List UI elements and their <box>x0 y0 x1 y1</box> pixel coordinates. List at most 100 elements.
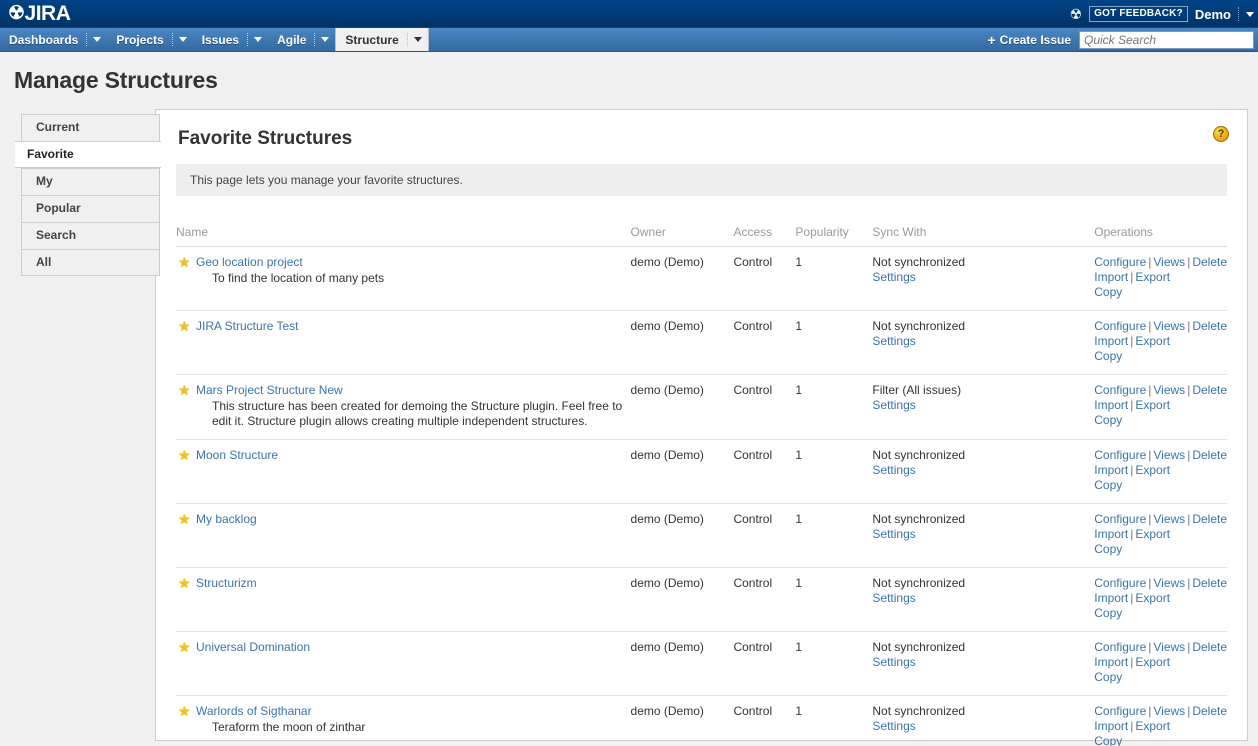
operation-delete-link[interactable]: Delete <box>1192 448 1227 462</box>
operation-delete-link[interactable]: Delete <box>1192 704 1227 718</box>
operation-views-link[interactable]: Views <box>1153 640 1185 654</box>
create-issue-button[interactable]: + Create Issue <box>987 33 1071 47</box>
quick-search-input[interactable] <box>1079 31 1254 49</box>
structure-name-link[interactable]: Universal Domination <box>196 640 310 654</box>
operation-delete-link[interactable]: Delete <box>1192 576 1227 590</box>
cell-owner: demo (Demo) <box>630 374 734 440</box>
favorite-star-icon[interactable]: ★ <box>178 704 191 718</box>
sync-settings-link[interactable]: Settings <box>872 398 915 412</box>
operation-import-link[interactable]: Import <box>1094 463 1128 477</box>
structure-name-link[interactable]: Moon Structure <box>196 448 278 462</box>
structure-name-link[interactable]: Geo location project <box>196 255 303 269</box>
favorite-star-icon[interactable]: ★ <box>178 255 191 269</box>
chevron-down-icon[interactable] <box>93 37 102 42</box>
sync-settings-link[interactable]: Settings <box>872 719 915 733</box>
nav-item-issues[interactable]: Issues <box>193 28 268 51</box>
operation-import-link[interactable]: Import <box>1094 270 1128 284</box>
operation-configure-link[interactable]: Configure <box>1094 319 1146 333</box>
operation-delete-link[interactable]: Delete <box>1192 383 1227 397</box>
sidebar-tab-search[interactable]: Search <box>21 222 160 249</box>
favorite-star-icon[interactable]: ★ <box>178 640 191 654</box>
sidebar-tab-favorite[interactable]: Favorite <box>15 141 161 168</box>
cell-operations: Configure | Views | Delete Import | Export Copy <box>1094 374 1227 440</box>
favorite-star-icon[interactable]: ★ <box>178 576 191 590</box>
structure-name-link[interactable]: Structurizm <box>196 576 257 590</box>
operation-export-link[interactable]: Export <box>1135 270 1170 284</box>
operation-configure-link[interactable]: Configure <box>1094 640 1146 654</box>
user-menu-label[interactable]: Demo <box>1195 7 1231 22</box>
sidebar-tab-popular[interactable]: Popular <box>21 195 160 222</box>
operation-import-link[interactable]: Import <box>1094 591 1128 605</box>
operation-import-link[interactable]: Import <box>1094 655 1128 669</box>
chevron-down-icon[interactable] <box>413 37 422 42</box>
structure-name-link[interactable]: JIRA Structure Test <box>196 319 299 333</box>
nav-item-agile[interactable]: Agile <box>268 28 335 51</box>
sync-settings-link[interactable]: Settings <box>872 270 915 284</box>
nav-item-projects[interactable]: Projects <box>107 28 192 51</box>
sidebar-tab-all[interactable]: All <box>21 249 160 276</box>
operation-copy-link[interactable]: Copy <box>1094 413 1122 427</box>
nav-item-structure[interactable]: Structure <box>335 28 429 51</box>
operation-import-link[interactable]: Import <box>1094 398 1128 412</box>
operation-views-link[interactable]: Views <box>1153 576 1185 590</box>
structure-name-link[interactable]: Mars Project Structure New <box>196 383 343 397</box>
sync-settings-link[interactable]: Settings <box>872 334 915 348</box>
sync-settings-link[interactable]: Settings <box>872 591 915 605</box>
favorite-star-icon[interactable]: ★ <box>178 448 191 462</box>
operation-configure-link[interactable]: Configure <box>1094 576 1146 590</box>
operation-views-link[interactable]: Views <box>1153 512 1185 526</box>
sidebar-tab-current[interactable]: Current <box>21 114 160 141</box>
favorite-star-icon[interactable]: ★ <box>178 512 191 526</box>
operation-views-link[interactable]: Views <box>1153 383 1185 397</box>
operation-configure-link[interactable]: Configure <box>1094 512 1146 526</box>
operation-delete-link[interactable]: Delete <box>1192 640 1227 654</box>
operation-export-link[interactable]: Export <box>1135 719 1170 733</box>
operation-delete-link[interactable]: Delete <box>1192 319 1227 333</box>
jira-logo[interactable]: ☢ JIRA <box>8 1 71 27</box>
operation-export-link[interactable]: Export <box>1135 398 1170 412</box>
structure-name-link[interactable]: My backlog <box>196 512 257 526</box>
chevron-down-icon[interactable] <box>254 37 263 42</box>
chevron-down-icon[interactable] <box>178 37 187 42</box>
operation-export-link[interactable]: Export <box>1135 591 1170 605</box>
operation-configure-link[interactable]: Configure <box>1094 448 1146 462</box>
structure-description: This structure has been created for demo… <box>212 399 623 428</box>
operation-export-link[interactable]: Export <box>1135 334 1170 348</box>
operation-import-link[interactable]: Import <box>1094 334 1128 348</box>
cell-access: Control <box>733 374 796 440</box>
operation-export-link[interactable]: Export <box>1135 527 1170 541</box>
user-menu-chevron-down-icon[interactable] <box>1246 11 1254 17</box>
operation-configure-link[interactable]: Configure <box>1094 255 1146 269</box>
sync-settings-link[interactable]: Settings <box>872 655 915 669</box>
operation-import-link[interactable]: Import <box>1094 527 1128 541</box>
operation-configure-link[interactable]: Configure <box>1094 704 1146 718</box>
sync-settings-link[interactable]: Settings <box>872 463 915 477</box>
operation-copy-link[interactable]: Copy <box>1094 349 1122 363</box>
operation-copy-link[interactable]: Copy <box>1094 542 1122 556</box>
sync-settings-link[interactable]: Settings <box>872 527 915 541</box>
operation-import-link[interactable]: Import <box>1094 719 1128 733</box>
operation-views-link[interactable]: Views <box>1153 448 1185 462</box>
nav-item-dashboards[interactable]: Dashboards <box>0 28 107 51</box>
operation-views-link[interactable]: Views <box>1153 704 1185 718</box>
operation-views-link[interactable]: Views <box>1153 255 1185 269</box>
sidebar-tab-my[interactable]: My <box>21 168 160 195</box>
operation-copy-link[interactable]: Copy <box>1094 285 1122 299</box>
operation-copy-link[interactable]: Copy <box>1094 606 1122 620</box>
help-question-icon[interactable]: ? <box>1213 126 1229 142</box>
operation-copy-link[interactable]: Copy <box>1094 734 1122 746</box>
operation-delete-link[interactable]: Delete <box>1192 512 1227 526</box>
operation-configure-link[interactable]: Configure <box>1094 383 1146 397</box>
table-row: ★ Moon Structure demo (Demo) Control 1 Not sy… <box>176 439 1227 504</box>
operation-views-link[interactable]: Views <box>1153 319 1185 333</box>
favorite-star-icon[interactable]: ★ <box>178 383 191 397</box>
operation-delete-link[interactable]: Delete <box>1192 255 1227 269</box>
chevron-down-icon[interactable] <box>321 37 330 42</box>
operation-export-link[interactable]: Export <box>1135 463 1170 477</box>
operation-copy-link[interactable]: Copy <box>1094 478 1122 492</box>
operation-copy-link[interactable]: Copy <box>1094 670 1122 684</box>
got-feedback-button[interactable]: GOT FEEDBACK? <box>1089 6 1188 22</box>
favorite-star-icon[interactable]: ★ <box>178 319 191 333</box>
structure-name-link[interactable]: Warlords of Sigthanar <box>196 704 312 718</box>
operation-export-link[interactable]: Export <box>1135 655 1170 669</box>
